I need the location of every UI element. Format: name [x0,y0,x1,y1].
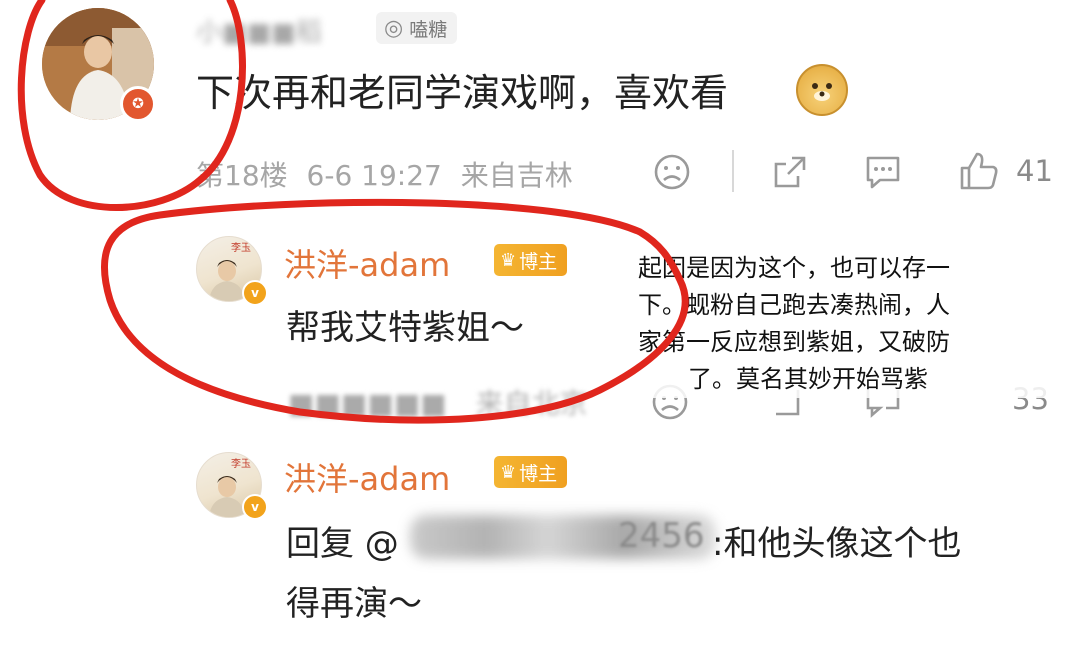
floor-number: 第18楼 [196,159,288,192]
sad-face-icon[interactable] [652,152,692,192]
annotation-note: 起因是因为这个，也可以存一 下。蚬粉自己跑去凑热闹，人 家第一反应想到紫姐，又破… [638,250,1058,398]
crown-icon: ♛ [500,249,517,271]
annotation-line: 下。蚬粉自己跑去凑热闹，人 [638,291,950,319]
reply2-text-suffix: :和他头像这个也 [712,524,962,564]
main-comment-text: 下次再和老同学演戏啊，喜欢看 [196,71,729,115]
comment-location: 来自吉林 [460,159,573,192]
share-icon[interactable] [770,152,810,192]
reply-prefix: 回复 @ [286,524,399,564]
blogger-badge: ♛ 博主 [494,456,568,488]
vip-badge-icon: ✪ [120,86,156,122]
like-count: 41 [1016,154,1053,188]
tag-label: 嗑糖 [409,18,448,41]
avatar-text: 李玉 [231,457,251,470]
commenter-username[interactable]: 小■■■稻 [196,12,366,48]
avatar-text: 李玉 [231,241,251,254]
comment-time: 6-6 19:27 [306,159,442,192]
reply2-username[interactable]: 洪洋-adam [284,454,450,500]
doge-emoji-icon [796,64,848,116]
verified-v-icon: v [242,280,268,306]
blogger-badge-label: 博主 [519,250,558,273]
blogger-badge-label: 博主 [519,462,558,485]
reply1-location: 来自北京 [475,387,588,420]
mention-tail[interactable]: 2456 [618,516,705,556]
lollipop-icon: ◎ [384,15,404,41]
comment-meta: 第18楼 6-6 19:27 来自吉林 [196,154,573,194]
crown-icon: ♛ [500,461,517,483]
reply2-text-line1: 回复 @ [286,516,399,565]
comment-icon[interactable] [862,152,904,192]
divider [732,150,734,192]
tag-badge: ◎ 嗑糖 [376,12,458,44]
blogger-badge: ♛ 博主 [494,244,568,276]
verified-v-icon: v [242,494,268,520]
annotation-line: 家第一反应想到紫姐，又破防 [638,328,950,356]
reply2-text-line2: 得再演～ [286,584,422,624]
reply1-meta: ■■■■■■ 来自北京 [288,387,588,420]
thumbs-up-icon[interactable] [958,150,1000,192]
reply1-text: 帮我艾特紫姐～ [286,308,524,348]
annotation-line: 起因是因为这个，也可以存一 [638,254,950,282]
annotation-line: 了。莫名其妙开始骂紫 [688,365,928,393]
reply1-username[interactable]: 洪洋-adam [284,240,450,286]
